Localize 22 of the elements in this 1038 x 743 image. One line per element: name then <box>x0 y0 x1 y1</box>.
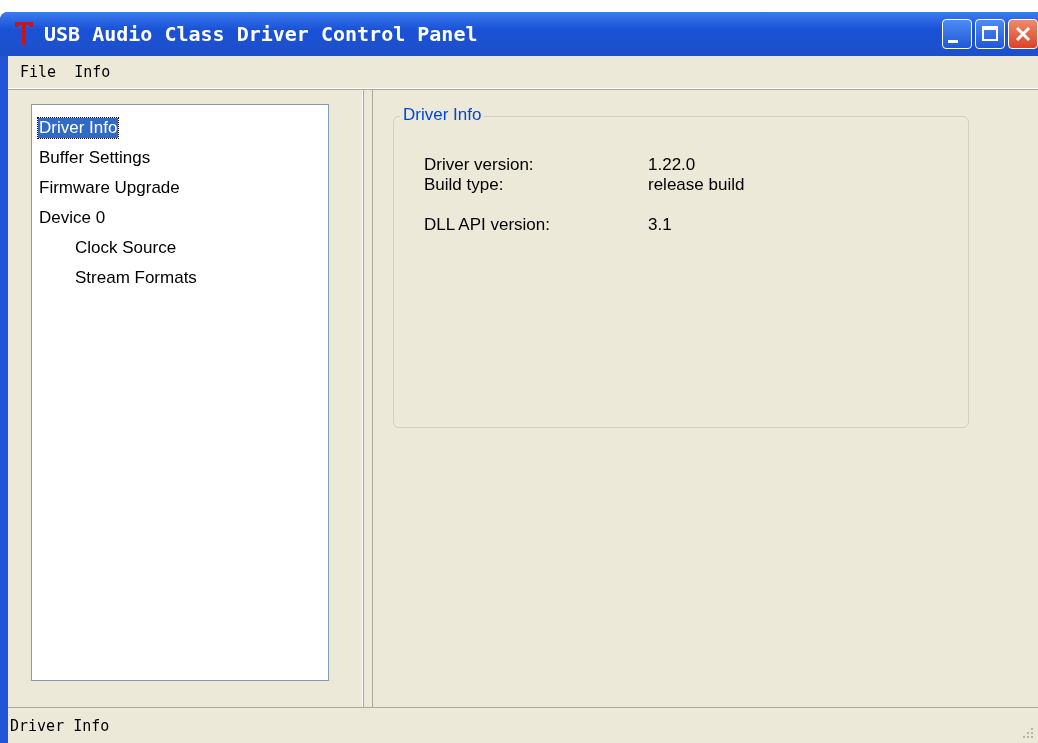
close-button[interactable] <box>1008 19 1038 49</box>
minimize-icon <box>948 39 958 43</box>
info-label: Driver version: <box>424 155 535 175</box>
app-icon <box>14 21 34 47</box>
menu-item[interactable]: Info <box>74 63 111 81</box>
info-value: 3.1 <box>648 215 673 235</box>
menu-item[interactable]: File <box>20 63 57 81</box>
tree-item[interactable]: Driver Info <box>38 118 119 138</box>
info-label: Build type: <box>424 175 505 195</box>
info-value: release build <box>648 175 746 195</box>
status-text: Driver Info <box>10 716 110 735</box>
tree-item[interactable]: Device 0 <box>38 208 107 228</box>
tree-item[interactable]: Stream Formats <box>74 268 198 288</box>
tree-item[interactable]: Buffer Settings <box>38 148 152 168</box>
tree-item[interactable]: Firmware Upgrade <box>38 178 181 198</box>
info-label: DLL API version: <box>424 215 551 235</box>
resize-grip-icon[interactable] <box>1022 727 1034 739</box>
tree-item[interactable]: Clock Source <box>74 238 178 258</box>
maximize-button[interactable] <box>975 19 1005 49</box>
window-title: USB Audio Class Driver Control Panel <box>44 22 479 46</box>
minimize-button[interactable] <box>942 19 972 49</box>
info-value: 1.22.0 <box>648 155 697 175</box>
